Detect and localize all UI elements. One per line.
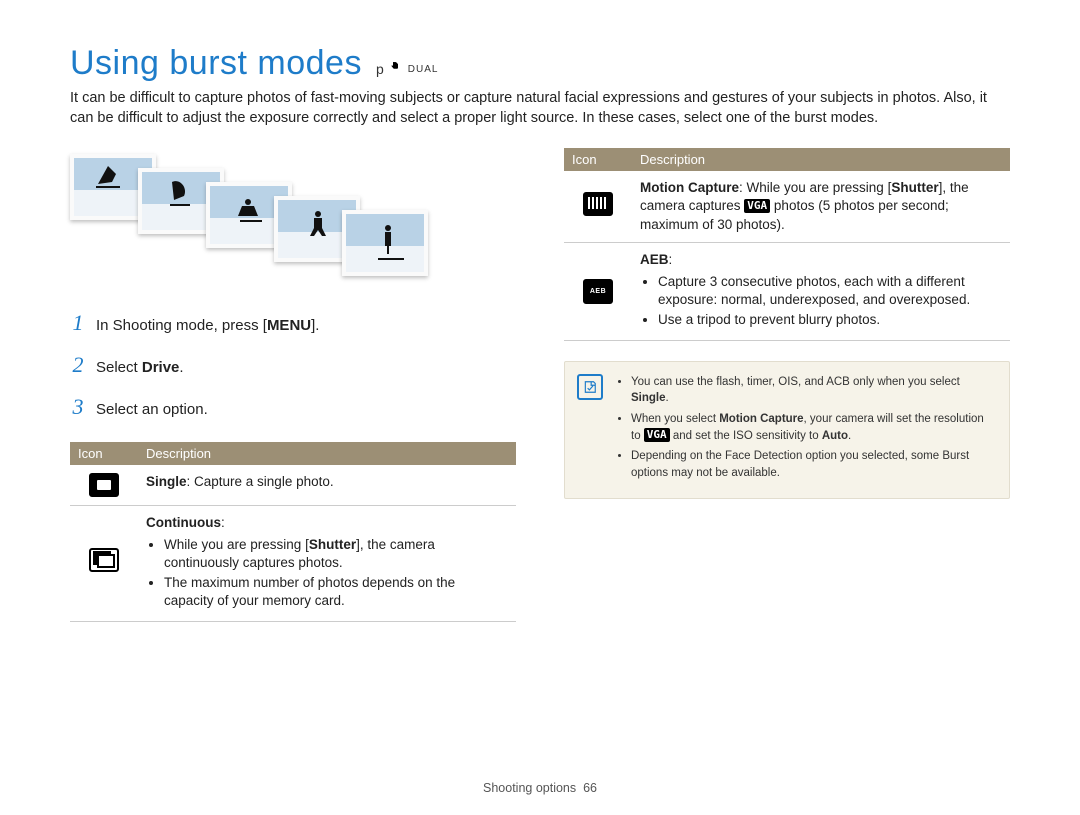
dual-hand-icon xyxy=(390,60,402,78)
th-desc: Description xyxy=(632,148,1010,171)
vga-badge: VGA xyxy=(744,199,770,213)
steps-list: 1In Shooting mode, press [MENU]. 2Select… xyxy=(70,302,516,427)
burst-frame-5 xyxy=(342,210,428,276)
row-single: Single: Capture a single photo. xyxy=(70,465,516,506)
options-table-left: Icon Description Single: Capture a singl… xyxy=(70,442,516,622)
page-footer: Shooting options 66 xyxy=(0,781,1080,795)
note-icon xyxy=(577,374,603,400)
page-title-row: Using burst modes p DUAL xyxy=(70,44,1010,83)
row-continuous: Continuous: While you are pressing [Shut… xyxy=(70,505,516,621)
row-aeb: AEB AEB: Capture 3 consecutive photos, e… xyxy=(564,242,1010,340)
th-icon: Icon xyxy=(70,442,138,465)
page-title: Using burst modes xyxy=(70,44,362,83)
step-2: 2Select Drive. xyxy=(70,344,516,386)
options-table-right: Icon Description Motion Capture: While y… xyxy=(564,148,1010,341)
th-icon: Icon xyxy=(564,148,632,171)
burst-sequence-graphic xyxy=(70,154,516,284)
mode-indicators: p DUAL xyxy=(376,60,438,78)
continuous-icon xyxy=(89,548,119,572)
single-icon xyxy=(89,473,119,497)
row-motion-capture: Motion Capture: While you are pressing [… xyxy=(564,171,1010,242)
aeb-icon: AEB xyxy=(583,279,613,304)
left-column: 1In Shooting mode, press [MENU]. 2Select… xyxy=(70,148,516,621)
th-desc: Description xyxy=(138,442,516,465)
right-column: Icon Description Motion Capture: While y… xyxy=(564,148,1010,621)
step-3: 3Select an option. xyxy=(70,386,516,428)
vga-badge: VGA xyxy=(644,428,670,442)
mode-dual-label: DUAL xyxy=(408,64,439,75)
mode-p-label: p xyxy=(376,61,384,77)
motion-capture-icon xyxy=(583,192,613,216)
step-1: 1In Shooting mode, press [MENU]. xyxy=(70,302,516,344)
note-box: You can use the flash, timer, OIS, and A… xyxy=(564,361,1010,499)
intro-text: It can be difficult to capture photos of… xyxy=(70,89,1010,128)
